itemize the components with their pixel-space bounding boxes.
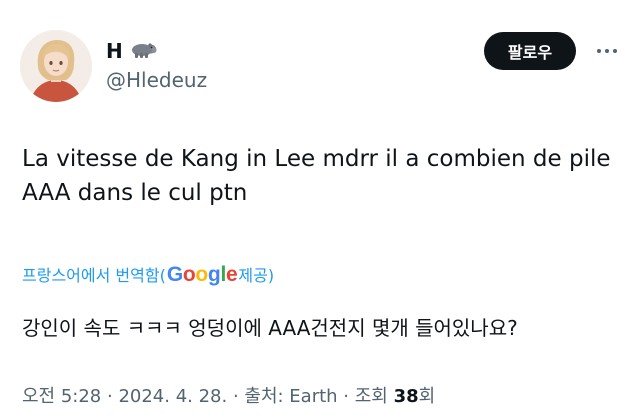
google-logo-letter: e <box>226 263 238 286</box>
more-dot <box>605 49 609 53</box>
author-info[interactable]: H @Hledeuz <box>106 38 207 92</box>
tweet-time[interactable]: 오전 5:28 <box>22 386 101 407</box>
views-label: 조회 <box>354 386 394 407</box>
avatar[interactable] <box>20 30 92 102</box>
meta-separator: · <box>101 386 119 407</box>
tweet-source: 출처: Earth <box>244 386 338 407</box>
google-logo-letter: g <box>207 263 221 286</box>
tweet-date[interactable]: 2024. 4. 28. <box>118 386 227 407</box>
meta-separator: · <box>227 386 245 407</box>
tweet-card: H @Hledeuz 팔로우 La vitesse de Kang in Lee… <box>0 0 640 420</box>
tweet-text: La vitesse de Kang in Lee mdrr il a comb… <box>22 146 611 206</box>
translation-label-suffix: 제공) <box>238 266 275 285</box>
follow-button[interactable]: 팔로우 <box>484 32 576 70</box>
google-logo-letter: G <box>166 263 183 286</box>
more-horizontal-icon[interactable] <box>592 44 622 58</box>
display-name[interactable]: H <box>106 39 123 63</box>
google-logo-letter: o <box>195 263 208 286</box>
google-logo: Google <box>167 263 238 287</box>
views-count: 38 <box>393 386 419 407</box>
avatar-image <box>20 30 92 102</box>
translation-label-prefix[interactable]: 프랑스어에서 번역함( <box>22 262 166 286</box>
user-handle[interactable]: @Hledeuz <box>106 68 207 92</box>
views-suffix: 회 <box>418 386 436 407</box>
tweet-meta: 오전 5:28 · 2024. 4. 28. · 출처: Earth · 조회 … <box>22 382 435 408</box>
meta-separator: · <box>337 386 355 407</box>
hippo-icon <box>129 40 157 62</box>
translation-attribution[interactable]: 프랑스어에서 번역함( Google 제공) <box>22 262 274 287</box>
display-name-row: H <box>106 38 207 64</box>
more-dot <box>613 49 617 53</box>
more-dot <box>597 49 601 53</box>
translated-text: 강인이 속도 ㅋㅋㅋ 엉덩이에 AAA건전지 몇개 들어있나요? <box>22 316 518 340</box>
google-logo-letter: o <box>182 263 196 286</box>
